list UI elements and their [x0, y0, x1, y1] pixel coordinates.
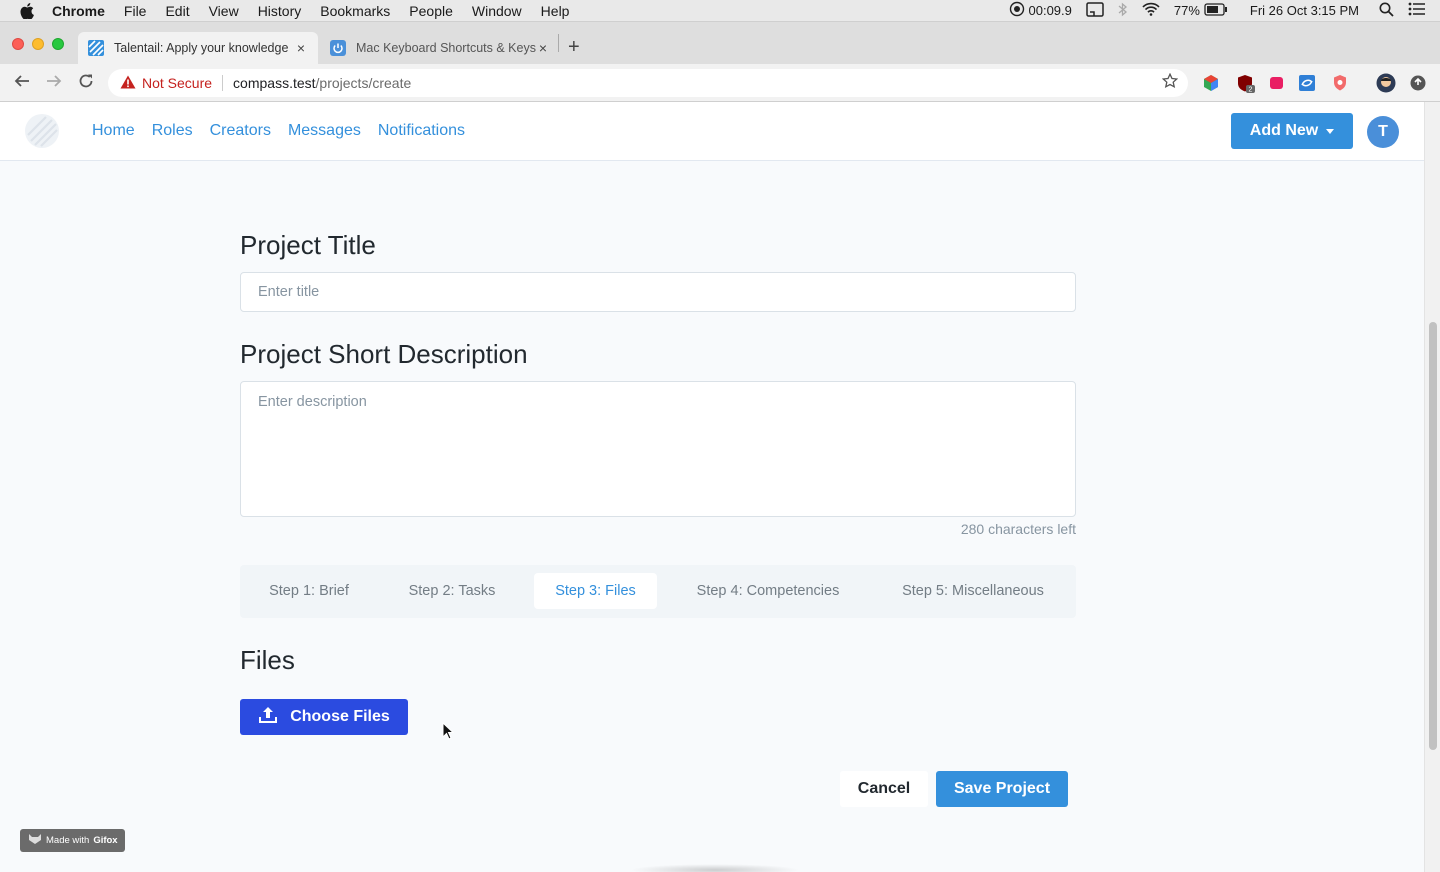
menu-app-chrome[interactable]: Chrome — [52, 3, 105, 19]
scrollbar-thumb[interactable] — [1429, 322, 1437, 750]
menu-history[interactable]: History — [258, 3, 302, 19]
menubar-status-area: 00:09.9 77% Fri 26 Oct 3:15 PM — [1009, 1, 1440, 20]
minimize-window-button[interactable] — [32, 38, 44, 50]
cast-icon[interactable] — [1086, 1, 1104, 20]
tab-mac-shortcuts[interactable]: Mac Keyboard Shortcuts & Keys × — [320, 32, 560, 64]
add-new-button[interactable]: Add New — [1231, 113, 1353, 149]
tab-step-tasks[interactable]: Step 2: Tasks — [392, 573, 512, 609]
cancel-button[interactable]: Cancel — [840, 771, 928, 807]
tab-step-miscellaneous[interactable]: Step 5: Miscellaneous — [886, 573, 1060, 609]
tab-talentail[interactable]: Talentail: Apply your knowledge × — [78, 32, 318, 64]
step-tabs: Step 1: Brief Step 2: Tasks Step 3: File… — [240, 565, 1076, 618]
project-title-input[interactable]: Enter title — [240, 272, 1076, 312]
wifi-icon[interactable] — [1142, 2, 1160, 19]
talentail-logo-icon[interactable] — [24, 113, 60, 149]
url-path: /projects/create — [315, 75, 412, 91]
tab-step-competencies[interactable]: Step 4: Competencies — [680, 573, 856, 609]
site-header: Home Roles Creators Messages Notificatio… — [0, 102, 1424, 161]
nav-home[interactable]: Home — [92, 122, 135, 140]
page-scrollbar[interactable] — [1424, 102, 1440, 872]
bottom-shadow — [630, 864, 800, 872]
tab-step-files[interactable]: Step 3: Files — [534, 573, 657, 609]
user-avatar[interactable]: T — [1367, 116, 1399, 148]
url-host: compass.test — [233, 75, 316, 91]
characters-left-counter: 280 characters left — [960, 521, 1076, 537]
svg-text:2: 2 — [1249, 87, 1253, 94]
menu-view[interactable]: View — [209, 3, 239, 19]
warning-icon[interactable] — [120, 75, 136, 92]
project-description-textarea[interactable]: Enter description — [240, 381, 1076, 517]
menu-people[interactable]: People — [409, 3, 453, 19]
recording-timer: 00:09.9 — [1028, 3, 1072, 18]
browser-tabstrip: Talentail: Apply your knowledge × Mac Ke… — [0, 22, 1440, 64]
extension-shield-icon[interactable] — [1332, 74, 1350, 92]
project-title-heading: Project Title — [240, 230, 376, 260]
save-project-button[interactable]: Save Project — [936, 771, 1068, 807]
extension-ublock-icon[interactable]: 2 — [1236, 74, 1255, 94]
macos-menubar: Chrome File Edit View History Bookmarks … — [0, 0, 1440, 22]
window-controls — [12, 38, 64, 50]
nav-roles[interactable]: Roles — [152, 122, 193, 140]
not-secure-label[interactable]: Not Secure — [142, 75, 212, 91]
files-heading: Files — [240, 645, 295, 675]
menu-file[interactable]: File — [124, 3, 147, 19]
record-icon[interactable] — [1009, 1, 1025, 20]
nav-notifications[interactable]: Notifications — [378, 122, 465, 140]
menu-edit[interactable]: Edit — [165, 3, 189, 19]
menu-window[interactable]: Window — [472, 3, 522, 19]
zoom-window-button[interactable] — [52, 38, 64, 50]
menu-help[interactable]: Help — [541, 3, 570, 19]
spotlight-icon[interactable] — [1379, 2, 1394, 20]
extension-color-icon[interactable] — [1202, 74, 1220, 92]
mouse-cursor-icon — [442, 721, 455, 740]
tab-separator — [558, 34, 559, 52]
project-description-heading: Project Short Description — [240, 339, 528, 369]
omnibox-divider — [222, 75, 224, 91]
talentail-favicon-icon — [88, 40, 104, 56]
reload-icon[interactable] — [76, 73, 96, 93]
tab-title: Mac Keyboard Shortcuts & Keys — [356, 41, 536, 55]
chrome-menu-icon[interactable] — [1410, 75, 1428, 93]
bluetooth-icon[interactable] — [1118, 2, 1128, 20]
notification-center-icon[interactable] — [1408, 2, 1426, 19]
close-window-button[interactable] — [12, 38, 24, 50]
star-icon[interactable] — [1161, 72, 1179, 94]
close-tab-icon[interactable]: × — [536, 40, 550, 56]
nav-messages[interactable]: Messages — [288, 122, 361, 140]
profile-avatar-icon[interactable] — [1376, 73, 1396, 93]
menubar-datetime[interactable]: Fri 26 Oct 3:15 PM — [1250, 3, 1359, 18]
extension-pink-icon[interactable] — [1268, 74, 1286, 92]
choose-files-label: Choose Files — [290, 708, 390, 725]
power-favicon-icon — [330, 40, 346, 56]
back-arrow-icon[interactable] — [12, 73, 32, 93]
tab-title: Talentail: Apply your knowledge — [114, 41, 289, 55]
main-nav: Home Roles Creators Messages Notificatio… — [92, 122, 465, 140]
battery-icon[interactable] — [1204, 2, 1228, 19]
gifox-watermark: Made with Gifox — [20, 829, 125, 852]
forward-arrow-icon[interactable] — [44, 73, 64, 93]
gifox-logo-icon — [28, 833, 42, 848]
caret-down-icon — [1326, 128, 1335, 134]
close-tab-icon[interactable]: × — [294, 40, 308, 56]
upload-icon — [258, 706, 278, 729]
address-bar[interactable]: Not Secure compass.test/projects/create — [108, 69, 1188, 97]
page-viewport: Home Roles Creators Messages Notificatio… — [0, 102, 1424, 872]
tab-step-brief[interactable]: Step 1: Brief — [256, 573, 362, 609]
add-new-label: Add New — [1249, 122, 1319, 139]
watermark-prefix: Made with — [46, 835, 90, 846]
watermark-brand: Gifox — [93, 835, 118, 846]
browser-toolbar: Not Secure compass.test/projects/create … — [0, 64, 1440, 102]
new-tab-button[interactable]: + — [568, 36, 580, 58]
menu-bookmarks[interactable]: Bookmarks — [320, 3, 390, 19]
extension-sync-icon[interactable] — [1298, 74, 1316, 92]
nav-creators[interactable]: Creators — [210, 122, 271, 140]
battery-percent: 77% — [1173, 3, 1200, 18]
apple-icon[interactable] — [20, 2, 38, 19]
choose-files-button[interactable]: Choose Files — [240, 699, 408, 735]
